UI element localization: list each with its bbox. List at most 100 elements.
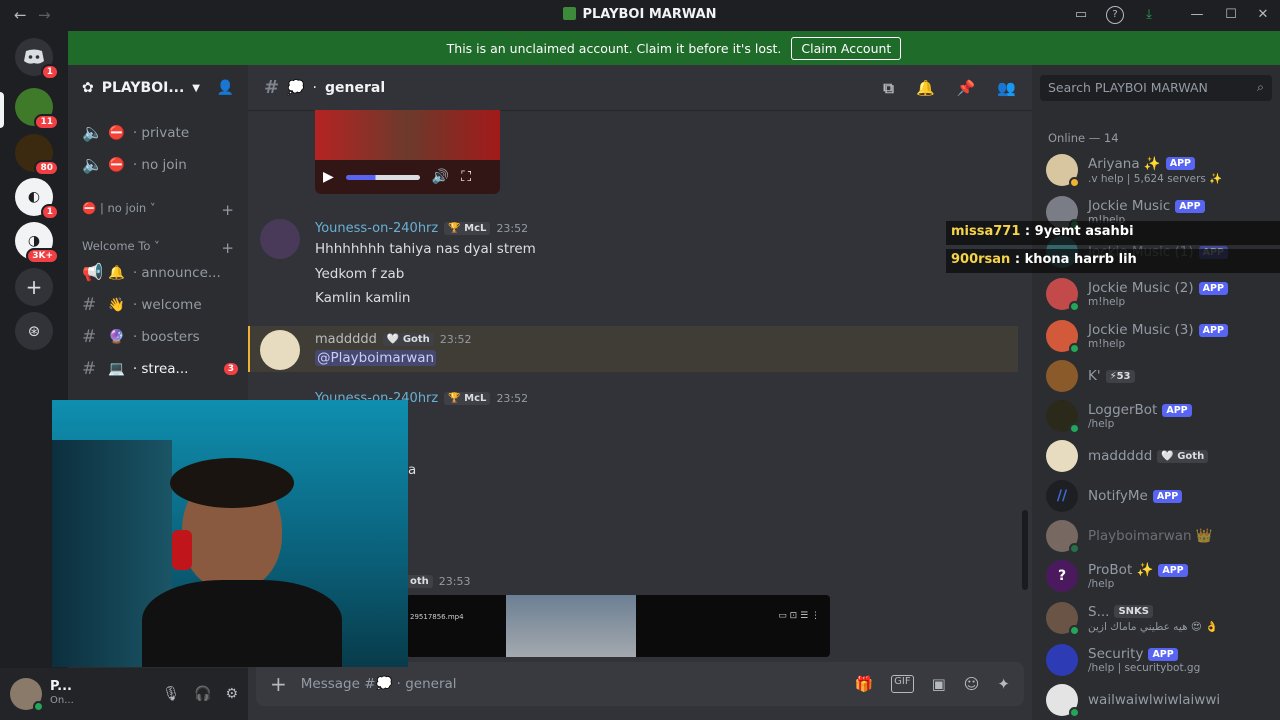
- member-item[interactable]: Ariyana ✨ APP .v help | 5,624 servers ✨: [1046, 151, 1274, 189]
- headset: [172, 530, 192, 570]
- threads-icon[interactable]: ⧉: [883, 79, 894, 97]
- microphone-icon[interactable]: 🎙: [162, 686, 180, 702]
- no-entry-icon: ⛔: [82, 201, 97, 215]
- avatar[interactable]: [260, 330, 300, 370]
- emoji-icon[interactable]: ☺: [964, 675, 980, 693]
- volume-slider[interactable]: [345, 174, 420, 180]
- member-item[interactable]: wailwaiwlwiwlaiwwi: [1046, 681, 1274, 719]
- server-icon-playboi[interactable]: 11: [15, 88, 59, 130]
- message: Youness-on-240hrz 🏆 McL 23:52 Hhhhhhhh t…: [248, 217, 1018, 317]
- headphones-icon[interactable]: 🎧: [194, 686, 211, 702]
- message-text: Yedkom f zab: [315, 266, 405, 282]
- channel-announcements[interactable]: 📢 🔔 · announce...: [82, 261, 238, 285]
- status-dot: [1069, 423, 1080, 434]
- video-attachment[interactable]: ▶ 🔊 ⛶: [315, 110, 500, 194]
- bell-icon[interactable]: 🔔: [916, 79, 935, 97]
- gift-icon[interactable]: 🎁: [854, 675, 873, 693]
- help-icon[interactable]: ?: [1106, 6, 1124, 24]
- member-item[interactable]: S... SNKS هيه عطيني ماماك ازين 😍 👌: [1046, 599, 1274, 637]
- server-icon-4[interactable]: ◑ 3K+: [15, 222, 59, 264]
- megaphone-icon: 📢: [82, 263, 104, 283]
- unread-badge: 3: [223, 363, 238, 375]
- member-list-icon[interactable]: 👥: [997, 79, 1016, 97]
- claim-account-button[interactable]: Claim Account: [791, 36, 902, 60]
- server-badge: 11: [34, 114, 59, 130]
- category-no-join[interactable]: ⛔ | no join ˅ +: [82, 201, 234, 219]
- author-name[interactable]: maddddd: [315, 332, 377, 347]
- download-icon[interactable]: ⤓: [1140, 6, 1158, 24]
- explore-icon[interactable]: ⊛: [15, 312, 53, 350]
- add-attachment-icon[interactable]: +: [270, 672, 287, 696]
- chat-scrollbar[interactable]: [1022, 510, 1028, 590]
- sticker-icon[interactable]: ▣: [932, 675, 946, 693]
- channel-stream[interactable]: # 💻 · strea... 3: [82, 357, 238, 381]
- hash-icon: #: [82, 359, 97, 379]
- stream-chat-line: missa771 : 9yemt asahbi: [946, 221, 1280, 245]
- member-item[interactable]: Jockie Music (2) APP m!help: [1046, 275, 1274, 313]
- timestamp: 23:52: [496, 222, 529, 235]
- server-icon-2[interactable]: 80: [15, 134, 59, 176]
- member-item[interactable]: // NotifyMe APP: [1046, 477, 1274, 515]
- role-tag: oth: [406, 575, 433, 588]
- no-entry-icon: ⛔: [108, 157, 125, 173]
- laptop-emoji-icon: 💻: [108, 361, 125, 377]
- video-preview[interactable]: 29517856.mp4 ▭ ⊡ ☰ ⋮: [406, 595, 830, 657]
- fullscreen-icon[interactable]: ⛶: [461, 169, 471, 185]
- server-badge: 3K+: [26, 248, 59, 264]
- server-icon-3[interactable]: ◐ 1: [15, 178, 59, 220]
- member-item[interactable]: Playboimarwan 👑: [1046, 517, 1274, 555]
- video-toolbar-icon: ▭ ⊡ ☰ ⋮: [778, 611, 820, 621]
- category-welcome[interactable]: Welcome To ˅ +: [82, 239, 234, 257]
- add-channel-icon[interactable]: +: [221, 201, 234, 219]
- member-item[interactable]: LoggerBot APP/help: [1046, 397, 1274, 435]
- banner-text: This is an unclaimed account. Claim it b…: [446, 40, 782, 56]
- message-text: Hhhhhhhh tahiya nas dyal strem: [315, 241, 536, 257]
- inbox-icon[interactable]: ▭: [1072, 6, 1090, 24]
- play-icon[interactable]: ▶: [323, 169, 334, 185]
- avatar: [1046, 320, 1080, 354]
- preview-thumbnail: [506, 595, 636, 657]
- pin-icon[interactable]: 📌: [957, 79, 976, 97]
- channel-boosters[interactable]: # 🔮 · boosters: [82, 325, 238, 349]
- add-server-icon[interactable]: +: [15, 268, 53, 306]
- apps-icon[interactable]: ✦: [997, 675, 1010, 693]
- minimize-icon[interactable]: —: [1188, 6, 1206, 24]
- avatar: [1046, 602, 1080, 636]
- add-channel-icon[interactable]: +: [221, 239, 234, 257]
- server-name: PLAYBOI...: [101, 80, 185, 96]
- gif-icon[interactable]: GIF: [891, 675, 914, 693]
- member-item[interactable]: maddddd 🤍 Goth: [1046, 437, 1274, 475]
- speaker-icon[interactable]: 🔊: [432, 169, 449, 185]
- channel-no-join[interactable]: 🔈 ⛔ · no join: [82, 153, 238, 177]
- avatar: [1046, 154, 1080, 188]
- server-icon: [563, 7, 577, 20]
- avatar: [1046, 400, 1080, 434]
- message-mention: maddddd 🤍 Goth 23:52 @Playboimarwan: [248, 326, 1018, 372]
- server-header[interactable]: ✿ PLAYBOI... ▼ 👤: [68, 65, 248, 111]
- close-icon[interactable]: ✕: [1254, 6, 1272, 24]
- member-item[interactable]: K' ⚡53: [1046, 357, 1274, 395]
- channel-welcome[interactable]: # 👋 · welcome: [82, 293, 238, 317]
- message-composer[interactable]: + Message #💭 · general 🎁 GIF ▣ ☺ ✦: [256, 662, 1024, 706]
- channel-private[interactable]: 🔈 ⛔ · private: [82, 121, 238, 145]
- invite-icon[interactable]: 👤: [217, 80, 234, 96]
- avatar[interactable]: [10, 678, 44, 712]
- online-group-header: Online — 14: [1048, 131, 1119, 145]
- search-input[interactable]: Search PLAYBOI MARWAN ⌕: [1040, 75, 1272, 101]
- maximize-icon[interactable]: ☐: [1222, 6, 1240, 24]
- status-dot: [1069, 177, 1080, 188]
- home-unread-badge: 1: [40, 64, 59, 80]
- author-name[interactable]: Youness-on-240hrz: [315, 221, 438, 236]
- discord-home-icon[interactable]: 1: [15, 38, 59, 80]
- settings-gear-icon[interactable]: ⚙: [225, 686, 238, 702]
- member-item[interactable]: Jockie Music (3) APP m!help: [1046, 317, 1274, 355]
- member-item[interactable]: Security APP/help | securitybot.gg: [1046, 641, 1274, 679]
- message-input[interactable]: Message #💭 · general: [301, 676, 457, 692]
- no-entry-icon: ⛔: [108, 125, 125, 141]
- wave-emoji-icon: 👋: [108, 297, 125, 313]
- avatar[interactable]: [260, 219, 300, 259]
- member-item[interactable]: ? ProBot ✨ APP/help: [1046, 557, 1274, 595]
- user-mention[interactable]: @Playboimarwan: [315, 350, 437, 366]
- booster-emoji-icon: 🔮: [108, 329, 125, 345]
- person-shirt: [142, 580, 342, 667]
